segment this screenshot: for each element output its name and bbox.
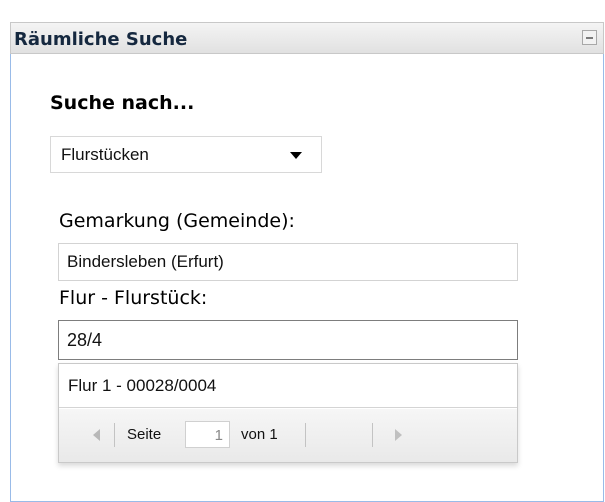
prev-page-icon[interactable] — [93, 429, 100, 441]
gemarkung-label: Gemarkung (Gemeinde): — [59, 210, 295, 232]
search-for-label: Suche nach... — [50, 92, 195, 114]
search-type-select[interactable]: Flurstücken — [50, 136, 322, 173]
flur-label: Flur - Flurstück: — [59, 287, 208, 309]
flur-input[interactable]: 28/4 — [58, 320, 518, 360]
gemarkung-value: Bindersleben (Erfurt) — [67, 252, 224, 271]
paging-toolbar: Seite 1 von 1 — [59, 409, 517, 462]
search-type-value: Flurstücken — [61, 145, 149, 164]
next-page-icon[interactable] — [395, 429, 402, 441]
paging-separator — [114, 423, 115, 447]
flur-value: 28/4 — [67, 330, 103, 350]
current-page-value: 1 — [214, 427, 223, 444]
panel-title: Räumliche Suche — [14, 29, 188, 50]
result-label: Flur 1 - 00028/0004 — [68, 376, 217, 395]
flur-results-dropdown: Flur 1 - 00028/0004 Seite 1 von 1 — [58, 363, 518, 463]
paging-separator — [305, 423, 306, 447]
list-item[interactable]: Flur 1 - 00028/0004 — [59, 364, 517, 408]
paging-separator — [372, 423, 373, 447]
gemarkung-input[interactable]: Bindersleben (Erfurt) — [58, 243, 518, 281]
total-pages-label: von 1 — [241, 426, 278, 443]
chevron-down-icon — [290, 152, 302, 159]
page-number-input[interactable]: 1 — [185, 421, 230, 448]
page-label: Seite — [127, 426, 162, 443]
collapse-icon[interactable] — [582, 30, 597, 45]
